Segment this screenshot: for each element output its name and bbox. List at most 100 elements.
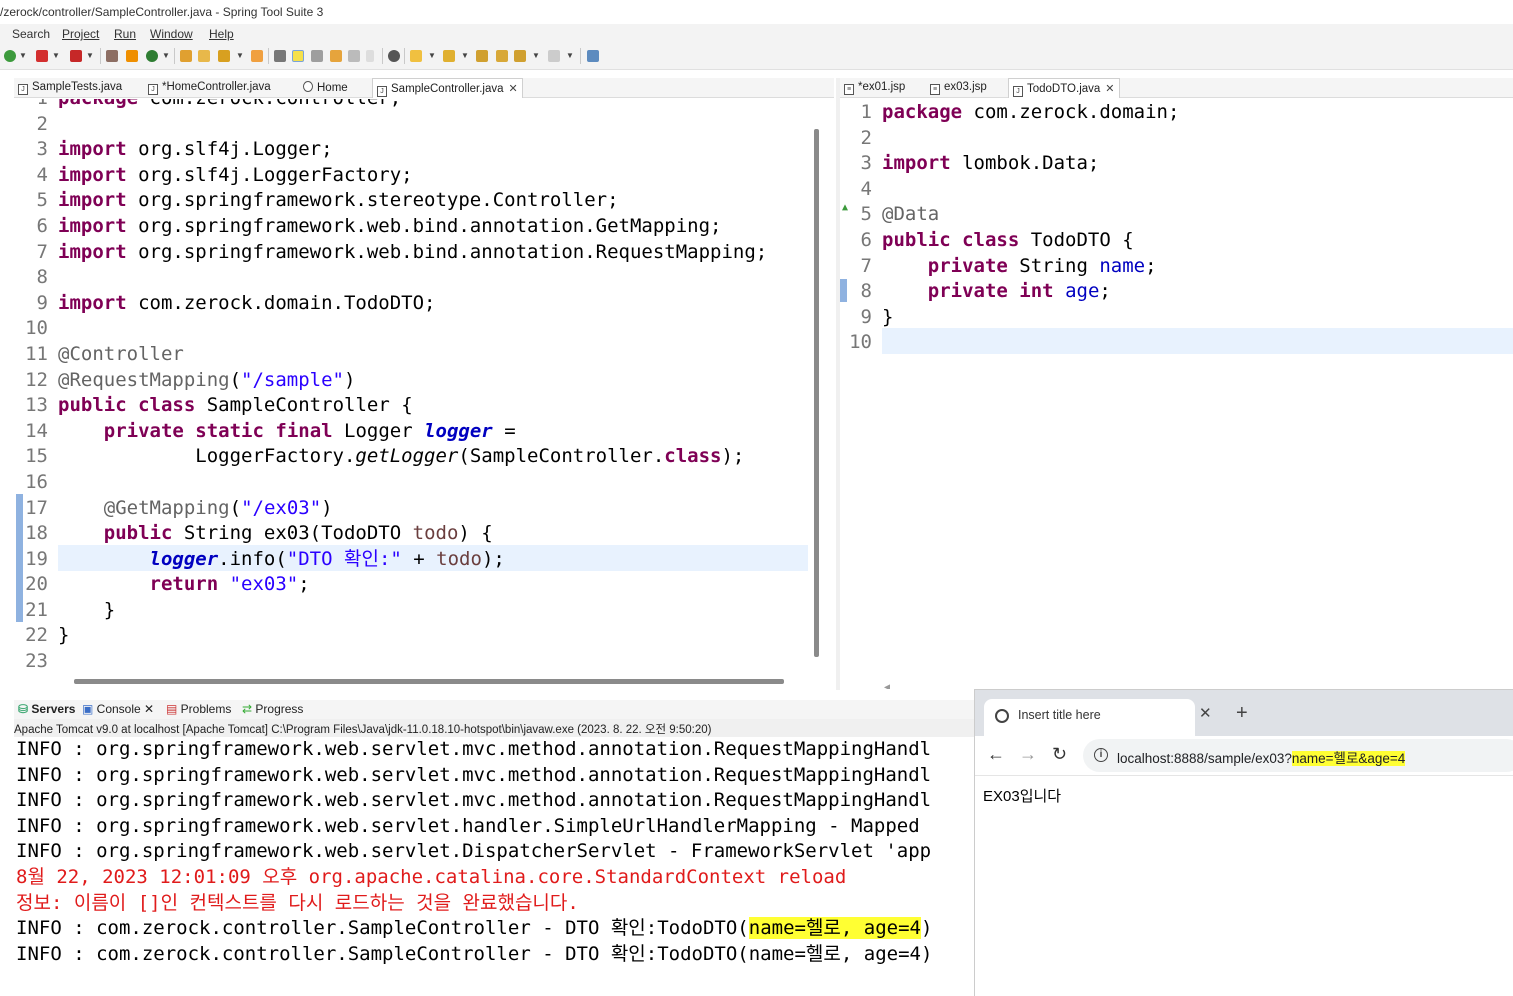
scroll-left-icon[interactable]: ◀ <box>884 675 890 689</box>
url-text: localhost:8888/sample/ex03?name=헬로&age=4 <box>1117 751 1406 766</box>
tab-samplecontroller[interactable]: J SampleController.java ✕ <box>372 78 523 98</box>
forward-icon[interactable] <box>548 50 560 62</box>
jsp-file-icon: ≡ <box>844 84 854 95</box>
java-file-icon: J <box>1013 86 1023 97</box>
chevron-down-icon[interactable]: ▼ <box>52 51 60 60</box>
open-perspective-icon[interactable] <box>587 50 599 62</box>
tab-console[interactable]: ▣ Console ✕ <box>82 702 154 716</box>
console-line: INFO : org.springframework.web.servlet.m… <box>16 763 931 789</box>
chevron-down-icon[interactable]: ▼ <box>532 51 540 60</box>
tab-homecontroller[interactable]: J *HomeController.java <box>144 78 275 98</box>
highlight-icon[interactable] <box>292 50 304 62</box>
forward-icon[interactable]: → <box>1019 744 1037 765</box>
last-edit-icon[interactable] <box>476 50 488 62</box>
search-icon[interactable] <box>274 50 286 62</box>
tab-problems[interactable]: ▤ Problems <box>166 702 231 716</box>
bottom-panel-tabbar: ⛁ Servers ▣ Console ✕ ▤ Problems ⇄ Progr… <box>14 700 974 720</box>
tab-home[interactable]: Home <box>299 78 352 98</box>
reload-icon[interactable]: ↻ <box>1052 744 1067 765</box>
pencil-icon[interactable] <box>218 50 230 62</box>
console-highlight: name=헬로, age=4 <box>748 917 921 940</box>
tab-servers[interactable]: ⛁ Servers <box>18 702 75 716</box>
tab-tododto[interactable]: J TodoDTO.java ✕ <box>1008 78 1120 98</box>
server-stop-icon[interactable] <box>70 50 82 62</box>
task-icon[interactable] <box>330 50 342 62</box>
url-query-highlight: name=헬로&age=4 <box>1291 751 1406 766</box>
chevron-down-icon[interactable]: ▼ <box>162 51 170 60</box>
console-line-text: INFO : org.springframework.web.servlet.D… <box>16 840 932 863</box>
page-content: EX03입니다 <box>983 788 1062 805</box>
next-annotation-icon[interactable] <box>410 50 422 62</box>
close-icon[interactable]: ✕ <box>1199 704 1212 722</box>
window-title: /zerock/controller/SampleController.java… <box>0 0 1513 24</box>
progress-icon: ⇄ <box>242 702 256 716</box>
console-line: INFO : com.zerock.controller.SampleContr… <box>16 942 932 968</box>
chevron-down-icon[interactable]: ▼ <box>236 51 244 60</box>
globe-icon[interactable] <box>388 50 400 62</box>
console-line-text: 정보: 이름이 []인 컨텍스트를 다시 로드하는 것을 완료했습니다. <box>16 891 579 914</box>
console-line-text: INFO : org.springframework.web.servlet.h… <box>16 814 920 837</box>
right-line-numbers: 1 2 3 4 5 6 7 8 9 10 <box>849 101 872 354</box>
right-code-text: package com.zerock.domain; import lombok… <box>882 101 1180 328</box>
console-line: INFO : org.springframework.web.servlet.m… <box>16 788 931 814</box>
chevron-down-icon[interactable]: ▼ <box>566 51 574 60</box>
console-output[interactable]: INFO : org.springframework.web.servlet.m… <box>14 737 974 996</box>
toggle-icon[interactable] <box>311 50 323 62</box>
folder-icon[interactable] <box>198 50 210 62</box>
run-icon[interactable] <box>146 50 158 62</box>
chevron-down-icon[interactable]: ▼ <box>428 51 436 60</box>
menu-project[interactable]: Project <box>62 27 99 41</box>
tool-icon[interactable] <box>106 50 118 62</box>
tab-sampletests[interactable]: J SampleTests.java <box>14 78 126 98</box>
console-line-text: INFO : org.springframework.web.servlet.m… <box>16 763 932 786</box>
close-icon[interactable]: ✕ <box>509 83 518 95</box>
console-header: Apache Tomcat v9.0 at localhost [Apache … <box>14 719 974 737</box>
left-horizontal-scrollbar[interactable] <box>74 679 784 684</box>
chevron-down-icon[interactable]: ▼ <box>86 51 94 60</box>
console-line: 8월 22, 2023 12:01:09 오후 org.apache.catal… <box>16 865 846 891</box>
pilcrow-icon[interactable] <box>366 50 374 62</box>
code-line-1: package com.zerock.controller; <box>58 99 401 109</box>
console-line-tail: ) <box>920 917 933 940</box>
menu-help[interactable]: Help <box>209 27 234 41</box>
left-line-numbers: 1 2 3 4 5 6 7 8 9 10 11 12 13 14 15 16 1… <box>25 99 48 673</box>
left-code-text: package com.zerock.controller; import or… <box>58 99 767 649</box>
main-toolbar: ▼ ▼ ▼ ▼ ▼ ▼ ▼ ▼ ▼ <box>0 44 1513 70</box>
stop-icon[interactable] <box>36 50 48 62</box>
menu-run[interactable]: Run <box>114 27 136 41</box>
left-code-editor[interactable]: 1 2 3 4 5 6 7 8 9 10 11 12 13 14 15 16 1… <box>14 99 834 689</box>
globe-icon <box>995 709 1009 723</box>
left-vertical-scrollbar[interactable] <box>814 129 819 657</box>
close-icon[interactable]: ✕ <box>144 702 154 716</box>
tab-progress[interactable]: ⇄ Progress <box>242 702 303 716</box>
back-icon[interactable]: ← <box>987 744 1005 765</box>
chevron-down-icon[interactable]: ▼ <box>461 51 469 60</box>
new-icon[interactable] <box>4 50 16 62</box>
back-arrow-icon[interactable] <box>496 50 508 62</box>
right-code-editor[interactable]: ▲ 1 2 3 4 5 6 7 8 9 10 package com.zeroc… <box>840 99 1513 689</box>
prev-annotation-icon[interactable] <box>443 50 455 62</box>
console-line: INFO : com.zerock.controller.SampleContr… <box>16 916 932 942</box>
chevron-down-icon[interactable]: ▼ <box>19 51 27 60</box>
console-icon: ▣ <box>82 702 97 716</box>
close-icon[interactable]: ✕ <box>1105 83 1114 95</box>
current-line-highlight <box>882 328 1513 354</box>
open-folder-icon[interactable] <box>180 50 192 62</box>
tab-ex03-jsp[interactable]: ≡ ex03.jsp <box>926 78 991 98</box>
console-line-text: INFO : org.springframework.web.servlet.m… <box>16 789 932 812</box>
menu-search[interactable]: Search <box>12 27 50 41</box>
browser-nav-bar: ← → ↻ i localhost:8888/sample/ex03?name=… <box>975 736 1513 776</box>
open-type-icon[interactable] <box>251 50 263 62</box>
browser-tab-strip: Insert title here ✕ + <box>975 690 1513 736</box>
tab-ex01-jsp[interactable]: ≡ *ex01.jsp <box>840 78 909 98</box>
console-line-text: INFO : com.zerock.controller.SampleContr… <box>16 917 749 940</box>
new-tab-icon[interactable]: + <box>1236 702 1248 725</box>
block-icon[interactable] <box>348 50 360 62</box>
address-bar[interactable]: i localhost:8888/sample/ex03?name=헬로&age… <box>1083 739 1513 772</box>
build-icon[interactable] <box>126 50 138 62</box>
console-line: INFO : org.springframework.web.servlet.D… <box>16 839 931 865</box>
java-file-icon: J <box>377 86 387 97</box>
menu-window[interactable]: Window <box>150 27 193 41</box>
back-icon[interactable] <box>514 50 526 62</box>
info-icon[interactable]: i <box>1094 748 1108 762</box>
